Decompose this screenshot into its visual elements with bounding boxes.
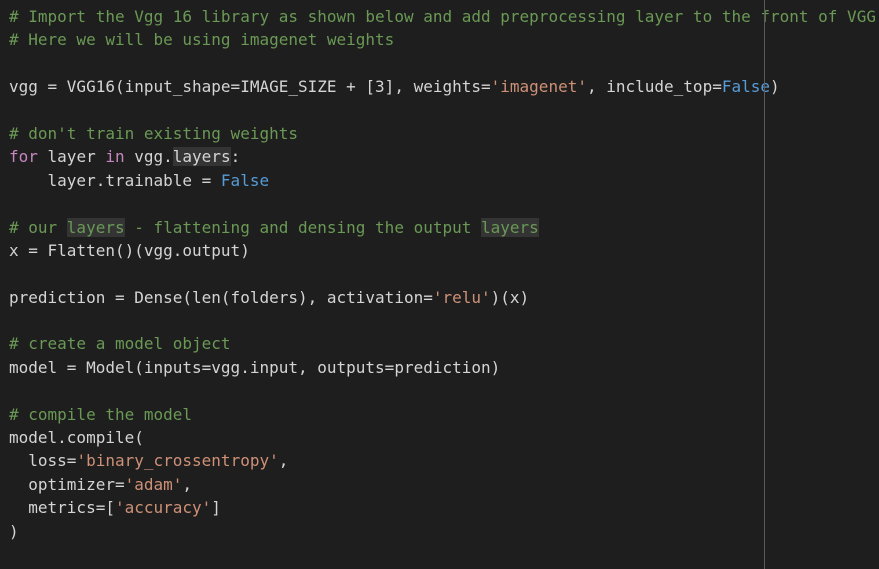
code-token: vgg = VGG16(input_shape=IMAGE_SIZE + [3]… [9, 77, 491, 97]
code-token: loss= [9, 451, 77, 471]
code-line[interactable]: for layer in vgg.layers: [9, 145, 876, 168]
code-token: model.compile( [9, 428, 144, 448]
keyword-token: for [9, 147, 38, 167]
code-token: , [182, 474, 193, 494]
comment-token: - flattening and densing the output [124, 217, 482, 237]
string-token: 'accuracy' [114, 498, 212, 518]
code-line[interactable]: layer.trainable = False [9, 169, 876, 192]
code-token: x = Flatten()(vgg.output) [9, 240, 250, 260]
comment-token: # don't train existing weights [9, 123, 298, 143]
code-line[interactable]: optimizer='adam', [9, 473, 876, 496]
code-line[interactable]: # Here we will be using imagenet weights [9, 28, 876, 51]
code-line[interactable] [9, 52, 876, 75]
code-token: ) [770, 77, 780, 97]
code-token: )(x) [490, 287, 530, 307]
code-token: optimizer= [9, 474, 125, 494]
code-line[interactable]: model.compile( [9, 426, 876, 449]
code-line[interactable]: model = Model(inputs=vgg.input, outputs=… [9, 356, 876, 379]
code-line[interactable]: ) [9, 520, 876, 543]
code-line[interactable]: vgg = VGG16(input_shape=IMAGE_SIZE + [3]… [9, 75, 876, 98]
code-line[interactable]: # create a model object [9, 332, 876, 355]
code-token: model = Model(inputs=vgg.input, outputs=… [9, 357, 501, 377]
highlighted-comment-token: layers [66, 217, 125, 237]
string-token: 'adam' [124, 474, 183, 494]
highlighted-comment-token: layers [481, 217, 539, 237]
code-token: ) [9, 521, 19, 541]
keyword-token: in [105, 147, 125, 167]
string-token: 'imagenet' [490, 77, 587, 97]
code-token: , include_top= [586, 77, 722, 97]
code-line[interactable]: loss='binary_crossentropy', [9, 449, 876, 472]
code-token: vgg. [124, 147, 173, 167]
highlighted-token: layers [172, 147, 231, 167]
code-line[interactable]: # don't train existing weights [9, 122, 876, 145]
comment-token: # Here we will be using imagenet weights [9, 30, 395, 50]
string-token: 'relu' [432, 287, 491, 307]
code-line[interactable]: prediction = Dense(len(folders), activat… [9, 286, 876, 309]
code-line[interactable] [9, 379, 876, 402]
code-token: metrics=[ [9, 498, 115, 518]
code-token: prediction = Dense(len(folders), activat… [9, 287, 433, 307]
code-token: layer [37, 147, 106, 167]
code-line[interactable] [9, 99, 876, 122]
code-line[interactable]: x = Flatten()(vgg.output) [9, 239, 876, 262]
code-line[interactable]: # compile the model [9, 403, 876, 426]
code-token: ] [211, 498, 221, 518]
comment-token: # our [9, 217, 67, 237]
constant-token: False [721, 77, 770, 97]
string-token: 'binary_crossentropy' [76, 451, 279, 471]
code-token: layer.trainable = [9, 170, 221, 190]
code-line[interactable]: metrics=['accuracy'] [9, 496, 876, 519]
code-line[interactable]: # our layers - flattening and densing th… [9, 216, 876, 239]
code-line[interactable] [9, 309, 876, 332]
constant-token: False [220, 170, 270, 190]
code-block[interactable]: # Import the Vgg 16 library as shown bel… [9, 5, 876, 543]
code-line[interactable] [9, 192, 876, 215]
column-ruler [764, 0, 765, 569]
code-token: , [278, 451, 289, 471]
comment-token: # Import the Vgg 16 library as shown bel… [9, 7, 876, 26]
code-editor[interactable]: # Import the Vgg 16 library as shown bel… [0, 0, 879, 569]
code-line[interactable]: # Import the Vgg 16 library as shown bel… [9, 5, 876, 28]
comment-token: # compile the model [9, 404, 193, 424]
comment-token: # create a model object [9, 334, 231, 354]
code-line[interactable] [9, 262, 876, 285]
code-token: : [230, 147, 241, 167]
